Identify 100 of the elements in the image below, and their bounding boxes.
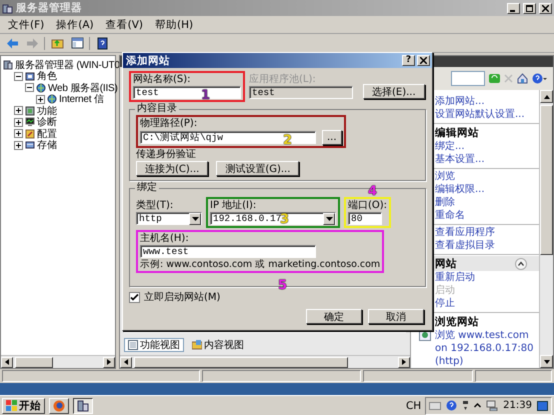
scroll-right-button[interactable] — [103, 356, 115, 368]
field-label: 物理路径(P): — [140, 118, 198, 129]
scrollbar-thumb[interactable] — [540, 105, 553, 255]
horizontal-scrollbar[interactable] — [120, 355, 410, 368]
scroll-left-button[interactable] — [120, 356, 132, 368]
close-button[interactable] — [539, 2, 552, 14]
view-tab[interactable]: 内容视图 — [188, 338, 248, 352]
help-circle-icon[interactable] — [446, 400, 458, 411]
action-link[interactable]: 查看应用程序 — [435, 226, 495, 239]
up-arrow-icon — [544, 94, 550, 98]
connect-as-button[interactable]: 连接为(C)... — [136, 161, 208, 176]
expand-toggle-icon[interactable] — [14, 118, 23, 127]
tree-item[interactable]: 存储 — [37, 138, 57, 152]
field-label: 主机名(H): — [140, 233, 190, 244]
browser-globe-icon — [53, 400, 65, 412]
host-name-input[interactable]: www.test — [140, 245, 316, 258]
home-icon[interactable] — [517, 73, 528, 84]
expand-toggle-icon[interactable] — [36, 94, 45, 104]
dropdown-arrow-icon — [192, 216, 198, 220]
vertical-scrollbar[interactable] — [539, 90, 553, 368]
action-link[interactable]: 查看虚拟目录 — [435, 239, 495, 252]
start-button[interactable]: 开始 — [2, 398, 45, 414]
refresh-icon[interactable] — [489, 73, 500, 84]
minimize-button[interactable] — [507, 2, 520, 14]
action-link[interactable]: 添加网站... — [435, 95, 485, 108]
checkbox-label[interactable]: 立即启动网站(M) — [144, 292, 220, 303]
field-label: IP 地址(I): — [210, 200, 258, 211]
chevron-up-icon[interactable] — [474, 402, 482, 409]
scrollbar-thumb[interactable] — [134, 356, 348, 368]
action-link[interactable]: 浏览 www.test.com on 192.168.0.17:80 (http) — [435, 329, 539, 368]
action-link[interactable]: 删除 — [435, 196, 455, 209]
tree-item[interactable]: 服务器管理器 (WIN-UT0 — [15, 58, 120, 72]
help-book-icon — [96, 36, 108, 50]
expand-toggle-icon[interactable] — [14, 140, 23, 150]
action-link[interactable]: 基本设置... — [435, 153, 485, 166]
help-button[interactable]: ? — [402, 55, 415, 66]
scroll-left-button[interactable] — [1, 356, 13, 368]
action-link[interactable]: 重新启动 — [435, 271, 475, 284]
example-text: 示例: www.contoso.com 或 marketing.contoso.com — [140, 259, 380, 270]
tree-item[interactable]: 配置 — [37, 126, 57, 141]
dropdown-arrow-icon — [326, 216, 332, 220]
scroll-down-button[interactable] — [540, 355, 553, 368]
globe-server-icon — [47, 94, 57, 104]
section-title: 浏览网站 — [435, 314, 479, 328]
network-icon[interactable] — [486, 400, 498, 411]
tree-item[interactable]: Web 服务器(IIS) — [48, 80, 118, 95]
cancel-button[interactable]: 取消 — [368, 309, 424, 324]
firefox-button[interactable] — [49, 398, 69, 414]
tree-item[interactable]: 功能 — [37, 104, 57, 118]
expand-toggle-icon[interactable] — [14, 106, 23, 116]
grid-view-icon — [128, 340, 138, 350]
browse-button[interactable]: ... — [322, 130, 342, 145]
horizontal-scrollbar[interactable] — [1, 355, 115, 368]
menu-item[interactable]: 操作(A) — [56, 18, 94, 32]
language-indicator[interactable]: CH — [406, 400, 422, 412]
select-button[interactable]: 选择(E)... — [363, 84, 425, 99]
search-field[interactable] — [451, 71, 485, 86]
checked-checkbox[interactable] — [129, 292, 140, 303]
collapse-toggle-icon[interactable] — [14, 72, 23, 81]
annotation-number: 2 — [283, 134, 292, 147]
menu-item[interactable]: 查看(V) — [106, 18, 144, 32]
port-input[interactable]: 80 — [348, 212, 382, 225]
features-icon — [25, 106, 35, 116]
tree-item[interactable]: Internet 信 — [59, 92, 104, 106]
storage-icon — [25, 140, 35, 150]
close-icon — [542, 4, 549, 12]
help-circle-icon[interactable] — [532, 73, 547, 84]
test-settings-button[interactable]: 测试设置(G)... — [216, 161, 300, 176]
close-button[interactable] — [417, 55, 430, 66]
collapse-chevron-icon[interactable] — [515, 258, 527, 270]
maximize-button[interactable] — [523, 2, 536, 14]
show-hide-button[interactable] — [69, 36, 85, 50]
action-link[interactable]: 编辑权限... — [435, 183, 485, 196]
section-title: 编辑网站 — [435, 126, 479, 140]
menu-item[interactable]: 帮助(H) — [155, 18, 194, 32]
tree-item[interactable]: 诊断 — [37, 115, 57, 130]
tree-item[interactable]: 角色 — [37, 69, 57, 84]
collapse-toggle-icon[interactable] — [25, 83, 34, 92]
action-link[interactable]: 停止 — [435, 297, 455, 310]
keyboard-icon[interactable] — [429, 400, 442, 410]
server-manager-button[interactable] — [73, 398, 93, 414]
window-title: 服务器管理器 — [16, 1, 83, 15]
view-tab[interactable]: 功能视图 — [124, 338, 184, 352]
action-link[interactable]: 重命名 — [435, 209, 465, 222]
action-link[interactable]: 浏览 — [435, 170, 455, 183]
scrollbar-thumb[interactable] — [15, 356, 53, 368]
action-link[interactable]: 设置网站默认设置... — [435, 108, 525, 121]
ok-button[interactable]: 确定 — [306, 309, 362, 324]
type-dropdown[interactable]: http — [136, 212, 202, 225]
annotation-number: 1 — [201, 89, 210, 102]
menu-item[interactable]: 文件(F) — [8, 18, 44, 32]
right-arrow-icon — [107, 359, 111, 365]
action-link[interactable]: 绑定... — [435, 140, 465, 153]
windows-logo-icon — [6, 400, 17, 411]
pen-options-icon[interactable] — [462, 400, 470, 411]
expand-toggle-icon[interactable] — [14, 129, 23, 138]
forward-arrow-icon — [26, 38, 38, 48]
scroll-right-button[interactable] — [398, 356, 410, 368]
scroll-up-button[interactable] — [540, 90, 553, 103]
show-desktop-icon[interactable] — [537, 400, 548, 410]
